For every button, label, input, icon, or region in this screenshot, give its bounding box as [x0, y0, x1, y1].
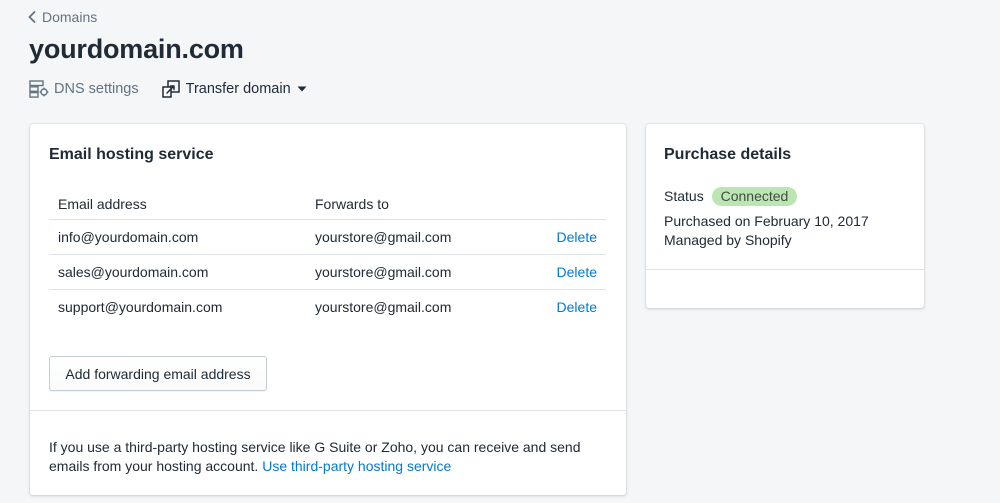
column-header-email: Email address [58, 195, 147, 212]
status-badge: Connected [711, 187, 798, 206]
transfer-domain-button[interactable]: Transfer domain [161, 79, 308, 99]
third-party-hosting-link[interactable]: Use third-party hosting service [262, 458, 451, 474]
dns-settings-label: DNS settings [54, 81, 139, 97]
table-row: sales@yourdomain.com yourstore@gmail.com… [49, 254, 606, 289]
email-forwarding-table: Email address Forwards to info@yourdomai… [49, 188, 606, 324]
email-address: support@yourdomain.com [58, 299, 223, 315]
purchase-details-card: Purchase details Status Connected Purcha… [646, 124, 924, 308]
column-header-forwards: Forwards to [315, 195, 389, 212]
chevron-left-icon [28, 11, 36, 23]
card-title: Email hosting service [49, 146, 214, 163]
dns-settings-icon [29, 80, 49, 98]
delete-link[interactable]: Delete [557, 264, 597, 280]
purchase-date: Purchased on February 10, 2017 [664, 213, 869, 229]
card-divider [646, 269, 924, 270]
forwards-to: yourstore@gmail.com [315, 264, 452, 280]
email-address: sales@yourdomain.com [58, 264, 209, 280]
third-party-info: If you use a third-party hosting service… [49, 438, 609, 476]
email-address: info@yourdomain.com [58, 229, 199, 245]
card-divider [30, 410, 626, 411]
email-hosting-card: Email hosting service Email address Forw… [30, 124, 626, 495]
delete-link[interactable]: Delete [557, 229, 597, 245]
forwards-to: yourstore@gmail.com [315, 229, 452, 245]
add-forwarding-email-button[interactable]: Add forwarding email address [49, 356, 267, 391]
page-title: yourdomain.com [29, 34, 244, 64]
table-row: support@yourdomain.com yourstore@gmail.c… [49, 289, 606, 324]
dns-settings-button[interactable]: DNS settings [29, 80, 139, 98]
managed-by: Managed by Shopify [664, 232, 792, 248]
status-line: Status Connected [664, 187, 798, 206]
domain-page: Domains yourdomain.com DNS settings Tran… [0, 0, 1000, 503]
table-row: info@yourdomain.com yourstore@gmail.com … [49, 219, 606, 254]
breadcrumb-label: Domains [42, 9, 98, 25]
table-header: Email address Forwards to [49, 188, 606, 219]
card-title: Purchase details [664, 146, 792, 163]
delete-link[interactable]: Delete [557, 299, 597, 315]
transfer-domain-label: Transfer domain [185, 81, 291, 97]
page-actions: DNS settings Transfer domain [29, 79, 308, 99]
transfer-icon [161, 79, 181, 99]
caret-down-icon [296, 85, 308, 93]
forwards-to: yourstore@gmail.com [315, 299, 452, 315]
status-label: Status [664, 188, 704, 204]
breadcrumb[interactable]: Domains [28, 9, 97, 25]
